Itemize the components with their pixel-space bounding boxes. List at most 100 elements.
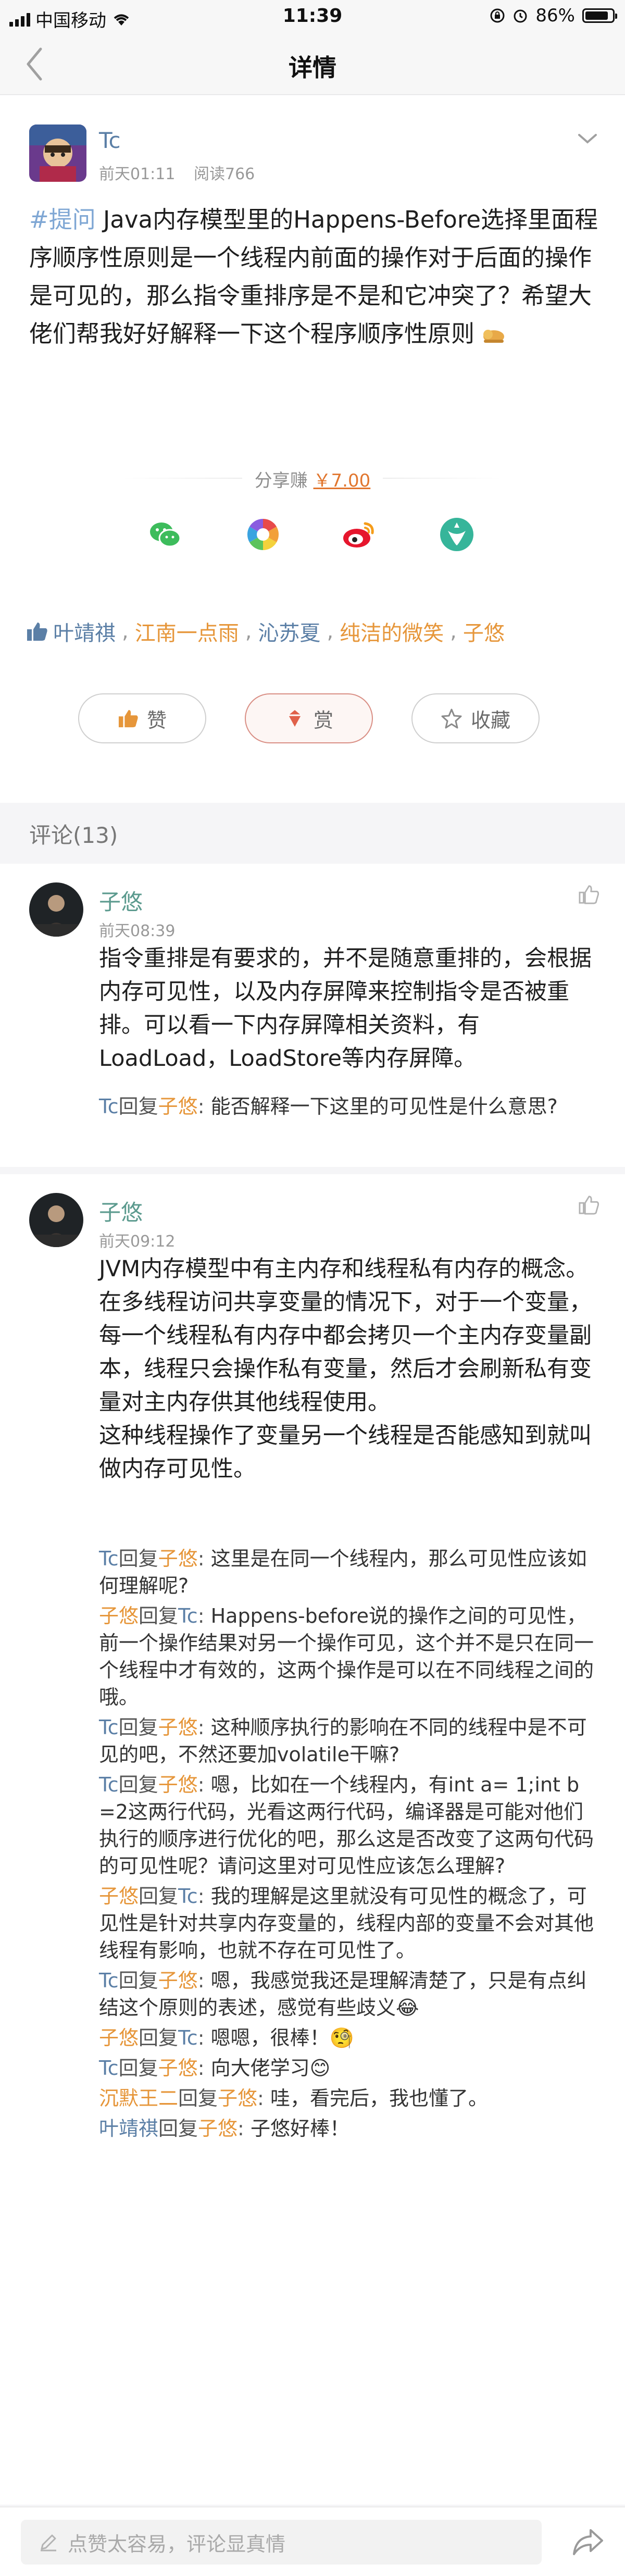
reward-icon — [288, 710, 301, 727]
nav-bar: 详情 — [0, 33, 625, 95]
thumbs-up-icon — [27, 623, 47, 641]
reply-to[interactable]: 子悠 — [158, 1716, 198, 1739]
reply-item[interactable]: Tc回复子悠: 向大佬学习😊 — [99, 2055, 599, 2082]
reply-word: 回复 — [118, 1716, 158, 1739]
reply-from[interactable]: 子悠 — [99, 1604, 139, 1627]
share-earn[interactable]: 分享赚 ￥7.00 — [0, 466, 625, 492]
reply-word: 回复 — [139, 1885, 179, 1908]
reply-item[interactable]: Tc回复子悠: 这里是在同一个线程内，那么可见性应该如何理解呢? — [99, 1545, 599, 1599]
reply-from[interactable]: 沉默王二 — [99, 2087, 178, 2110]
battery-percent: 86% — [535, 5, 575, 26]
wechat-icon[interactable] — [147, 516, 183, 553]
like-button[interactable]: 赞 — [78, 693, 206, 743]
qzone-icon[interactable] — [439, 516, 475, 553]
reply-to[interactable]: 子悠 — [158, 2057, 198, 2080]
reply-to[interactable]: 子悠 — [218, 2087, 257, 2110]
avatar[interactable] — [29, 125, 86, 182]
reply-from[interactable]: Tc — [99, 1547, 119, 1570]
reply-from[interactable]: Tc — [99, 2057, 119, 2080]
alarm-icon — [514, 9, 527, 23]
reply-list: Tc回复子悠: 这里是在同一个线程内，那么可见性应该如何理解呢? 子悠回复Tc:… — [0, 1545, 625, 2145]
share-earn-amount: ￥7.00 — [313, 470, 371, 491]
reply-to[interactable]: 子悠 — [158, 1969, 198, 1992]
post-text: Java内存模型里的Happens-Before选择里面程序顺序性原则是一个线程… — [29, 206, 598, 347]
avatar[interactable] — [29, 1193, 83, 1247]
liker-name[interactable]: 子悠 — [463, 616, 505, 646]
reply-word: 回复 — [139, 2026, 179, 2049]
reply-word: 回复 — [118, 1773, 158, 1796]
comment-input[interactable]: 点赞太容易，评论显真情 — [21, 2520, 542, 2565]
separator: , — [327, 619, 334, 643]
reply-to[interactable]: 子悠 — [198, 2117, 238, 2140]
reply-item[interactable]: 子悠回复Tc: Happens-before说的操作之间的可见性，前一个操作结果… — [99, 1602, 599, 1711]
bow-emoji-icon — [483, 330, 505, 343]
reply-item[interactable]: Tc回复子悠: 能否解释一下这里的可见性是什么意思? — [99, 1093, 599, 1120]
reward-button[interactable]: 赏 — [245, 693, 373, 743]
favorite-button[interactable]: 收藏 — [411, 693, 540, 743]
comment-body: JVM内存模型中有主内存和线程私有内存的概念。在多线程访问共享变量的情况下，对于… — [99, 1256, 592, 1482]
reply-from[interactable]: Tc — [99, 1969, 119, 1992]
liker-name[interactable]: 叶靖祺 — [53, 616, 116, 646]
post-card: Tc 前天01:11 阅读766 #提问 Java内存模型里的Happens-B… — [0, 95, 625, 803]
reply-to[interactable]: Tc — [178, 2026, 198, 2049]
reply-text: 向大佬学习😊 — [210, 2057, 331, 2080]
question-tag[interactable]: #提问 — [29, 206, 96, 233]
reply-text: 哇，看完后，我也懂了。 — [270, 2087, 488, 2110]
reply-to[interactable]: Tc — [178, 1885, 198, 1908]
reply-from[interactable]: Tc — [99, 1095, 119, 1118]
reply-from[interactable]: Tc — [99, 1716, 119, 1739]
thumbs-up-icon[interactable] — [578, 1195, 599, 1215]
read-count: 阅读766 — [194, 165, 255, 183]
comment-time: 前天08:39 — [99, 922, 176, 940]
comment-input-placeholder: 点赞太容易，评论显真情 — [68, 2532, 286, 2556]
liker-name[interactable]: 江南一点雨 — [135, 616, 239, 646]
liker-name[interactable]: 纯洁的微笑 — [340, 616, 444, 646]
reply-word: 回复 — [178, 2087, 218, 2110]
thumbs-up-icon[interactable] — [578, 885, 599, 904]
comment-card: 子悠 前天08:39 指令重排是有要求的，并不是随意重排的，会根据内存可见性，以… — [0, 864, 625, 1167]
likers-list: 叶靖祺 , 江南一点雨 , 沁苏夏 , 纯洁的微笑 , 子悠 — [26, 616, 505, 646]
chevron-down-icon[interactable] — [577, 133, 598, 145]
reply-item[interactable]: 叶靖祺回复子悠: 子悠好棒！ — [99, 2115, 599, 2142]
comments-header: 评论(13) — [0, 803, 625, 864]
reply-item[interactable]: Tc回复子悠: 嗯，我感觉我还是理解清楚了，只是有点纠结这个原则的表述，感觉有些… — [99, 1967, 599, 2021]
author-name[interactable]: Tc — [99, 128, 121, 153]
avatar[interactable] — [29, 882, 83, 937]
pencil-icon — [41, 2534, 56, 2552]
reply-item[interactable]: Tc回复子悠: 嗯，比如在一个线程内，有int a= 1;int b =2这两行… — [99, 1771, 599, 1880]
reply-item[interactable]: 子悠回复Tc: 嗯嗯，很棒！🧐 — [99, 2024, 599, 2051]
post-time: 前天01:11 — [99, 165, 176, 183]
comment-body: 指令重排是有要求的，并不是随意重排的，会根据内存可见性，以及内存屏障来控制指令是… — [99, 945, 592, 1072]
reply-item[interactable]: 沉默王二回复子悠: 哇，看完后，我也懂了。 — [99, 2085, 599, 2112]
reply-from[interactable]: 子悠 — [99, 1885, 139, 1908]
page-title: 详情 — [289, 54, 336, 82]
reply-from[interactable]: 叶靖祺 — [99, 2117, 158, 2140]
rotation-lock-icon — [490, 8, 505, 23]
status-bar: 中国移动 11:39 86% — [0, 0, 625, 33]
post-content: #提问 Java内存模型里的Happens-Before选择里面程序顺序性原则是… — [29, 201, 602, 353]
share-icon[interactable] — [572, 2526, 604, 2557]
comment-author[interactable]: 子悠 — [99, 885, 143, 916]
separator: , — [245, 619, 252, 643]
reply-from[interactable]: 子悠 — [99, 2026, 139, 2049]
reply-item[interactable]: Tc回复子悠: 这种顺序执行的影响在不同的线程中是不可见的吧，不然还要加vola… — [99, 1714, 599, 1768]
reply-to[interactable]: 子悠 — [158, 1773, 198, 1796]
reply-word: 回复 — [118, 1547, 158, 1570]
moments-icon[interactable] — [245, 516, 281, 553]
liker-name[interactable]: 沁苏夏 — [258, 616, 320, 646]
weibo-icon[interactable] — [341, 516, 378, 553]
separator: , — [450, 619, 457, 643]
bottom-bar: 点赞太容易，评论显真情 — [0, 2507, 625, 2576]
reply-text: 嗯嗯，很棒！🧐 — [210, 2026, 354, 2049]
reply-to[interactable]: 子悠 — [158, 1547, 198, 1570]
reward-label: 赏 — [313, 708, 333, 732]
reply-from[interactable]: Tc — [99, 1773, 119, 1796]
reply-item[interactable]: 子悠回复Tc: 我的理解是这里就没有可见性的概念了，可见性是针对共享内存变量的，… — [99, 1883, 599, 1964]
favorite-label: 收藏 — [470, 708, 510, 732]
comment-author[interactable]: 子悠 — [99, 1195, 143, 1227]
reply-to[interactable]: 子悠 — [158, 1095, 198, 1118]
reply-text: 子悠好棒！ — [250, 2117, 349, 2140]
comment-time: 前天09:12 — [99, 1233, 176, 1251]
reply-to[interactable]: Tc — [178, 1604, 198, 1627]
star-icon — [441, 708, 462, 729]
